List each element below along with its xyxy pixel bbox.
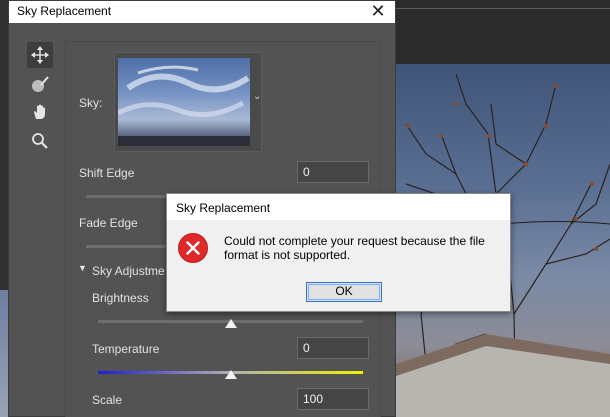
error-dialog-title: Sky Replacement (176, 201, 271, 215)
chevron-down-icon[interactable]: ▼ (78, 263, 87, 273)
sky-preset-picker[interactable]: ⌄ (114, 52, 262, 152)
zoom-tool-button[interactable] (27, 128, 53, 154)
dialog-title: Sky Replacement (17, 4, 112, 18)
scale-label: Scale (92, 393, 123, 407)
sky-label: Sky: (79, 96, 103, 110)
sky-brush-icon (32, 76, 49, 92)
error-message: Could not complete your request because … (224, 234, 485, 262)
dialog-titlebar: Sky Replacement ✕ (9, 1, 395, 23)
error-dialog-titlebar: Sky Replacement (167, 194, 510, 220)
shift-edge-label: Shift Edge (79, 166, 135, 180)
shift-edge-input[interactable]: 0 (297, 161, 369, 183)
sky-brush-tool-button[interactable] (27, 71, 53, 97)
canvas-edge (396, 8, 610, 9)
error-dialog: Sky Replacement Could not complete your … (166, 193, 511, 312)
move-icon (31, 46, 49, 64)
hand-icon (34, 104, 45, 119)
temperature-input[interactable]: 0 (297, 337, 369, 359)
sky-preset-thumbnail[interactable] (118, 58, 250, 146)
fade-edge-label: Fade Edge (79, 216, 138, 230)
hand-tool-button[interactable] (27, 99, 53, 125)
error-x-icon (178, 233, 208, 263)
ok-button[interactable]: OK (306, 282, 382, 302)
brightness-label: Brightness (92, 291, 149, 305)
canvas-photo-edge (0, 290, 8, 417)
scale-input[interactable]: 100 (297, 388, 369, 410)
temperature-slider-thumb[interactable] (224, 370, 237, 379)
sky-adjustments-label[interactable]: Sky Adjustme (92, 264, 165, 278)
temperature-label: Temperature (92, 342, 160, 356)
error-dialog-body: Could not complete your request because … (167, 220, 510, 311)
close-button[interactable]: ✕ (369, 2, 387, 20)
chevron-down-icon[interactable]: ⌄ (253, 91, 263, 111)
brightness-slider-thumb[interactable] (224, 319, 237, 328)
move-tool-button[interactable] (27, 42, 53, 68)
zoom-icon (32, 133, 48, 149)
